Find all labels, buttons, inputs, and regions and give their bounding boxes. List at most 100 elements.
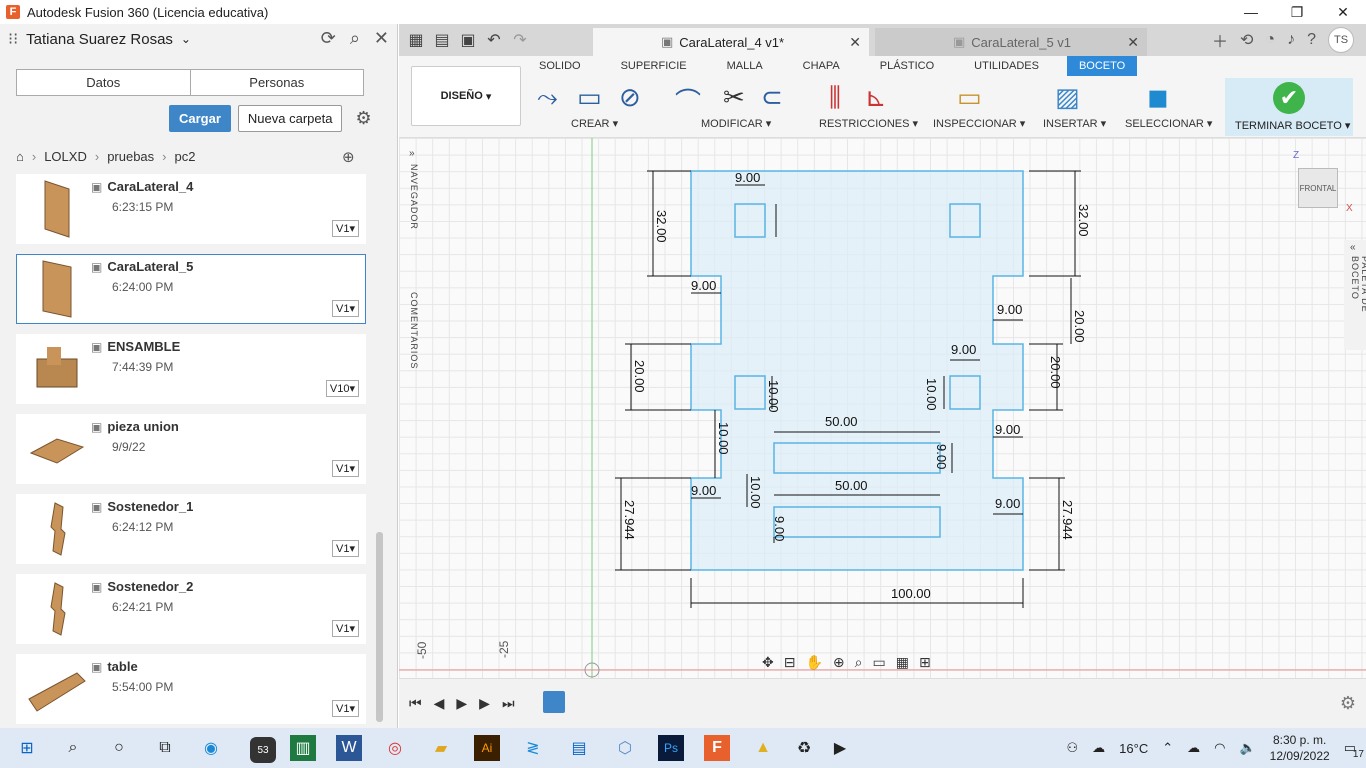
chrome-icon[interactable]: ◎ xyxy=(382,735,408,761)
line-icon[interactable]: ⤳ xyxy=(537,82,558,114)
zoom-window-icon[interactable]: ⌕ xyxy=(855,654,863,671)
version-badge[interactable]: V1▾ xyxy=(332,220,359,237)
notifications-icon[interactable]: ♪ xyxy=(1287,31,1295,49)
wifi-icon[interactable]: ◠ xyxy=(1214,740,1225,756)
3d-viewer-icon[interactable]: ⬡ xyxy=(612,735,638,761)
file-item[interactable]: table 5:54:00 PM V1▾ xyxy=(16,654,366,724)
dimension-text[interactable]: 10.00 xyxy=(924,378,939,411)
grid-settings-icon[interactable]: ▦ xyxy=(896,654,909,671)
home-icon[interactable]: ⌂ xyxy=(16,149,24,164)
go-to-end-icon[interactable]: ⏭ xyxy=(502,695,515,712)
tab-personas[interactable]: Personas xyxy=(191,70,364,95)
weather-icon[interactable]: ☁ xyxy=(1092,740,1105,756)
breadcrumb-item[interactable]: pruebas xyxy=(107,149,154,164)
file-item[interactable]: Sostenedor_2 6:24:21 PM V1▾ xyxy=(16,574,366,644)
illustrator-icon[interactable]: Ai xyxy=(474,735,500,761)
people-icon[interactable]: ⚇ xyxy=(1067,740,1079,756)
scrollbar[interactable] xyxy=(376,532,383,722)
dimension-text[interactable]: 9.00 xyxy=(691,483,716,498)
file-item[interactable]: CaraLateral_4 6:23:15 PM V1▾ xyxy=(16,174,366,244)
breadcrumb-item[interactable]: LOLXD xyxy=(44,149,87,164)
redo-icon[interactable]: ↷ xyxy=(507,30,533,50)
measure-icon[interactable]: ▭ xyxy=(957,82,982,113)
extensions-icon[interactable]: ⟲ xyxy=(1240,30,1253,50)
search-icon[interactable]: ⌕ xyxy=(60,735,86,761)
tab-caralateral-5[interactable]: ▣ CaraLateral_5 v1 ✕ xyxy=(875,28,1147,56)
user-name[interactable]: Tatiana Suarez Rosas xyxy=(26,31,173,48)
undo-icon[interactable]: ↶ xyxy=(481,30,507,50)
search-icon[interactable]: ⌕ xyxy=(350,28,360,49)
step-back-icon[interactable]: ◀ xyxy=(434,695,445,712)
store-icon[interactable]: ▤ xyxy=(566,735,592,761)
dimension-text[interactable]: 20.00 xyxy=(632,360,647,393)
dimension-icon[interactable]: ⊾ xyxy=(865,82,887,113)
refresh-icon[interactable]: ⟳ xyxy=(321,28,336,49)
job-status-icon[interactable]: ◔ xyxy=(1265,31,1275,49)
dimension-text[interactable]: 50.00 xyxy=(825,414,858,429)
dimension-text[interactable]: 9.00 xyxy=(772,516,787,541)
viewports-icon[interactable]: ⊞ xyxy=(919,654,931,671)
dimension-text[interactable]: 9.00 xyxy=(691,278,716,293)
tab-chapa[interactable]: CHAPA xyxy=(803,56,840,76)
breadcrumb-item[interactable]: pc2 xyxy=(175,149,196,164)
tab-solido[interactable]: SOLIDO xyxy=(539,56,581,76)
minimize-button[interactable]: — xyxy=(1228,0,1274,24)
version-badge[interactable]: V10▾ xyxy=(325,380,359,397)
task-view-icon[interactable]: ⧉ xyxy=(152,735,178,761)
modificar-menu[interactable]: MODIFICAR ▾ xyxy=(701,117,771,130)
fillet-icon[interactable]: ⌒ xyxy=(675,82,701,119)
fusion-taskbar-icon[interactable]: F xyxy=(704,735,730,761)
insert-image-icon[interactable]: ▨ xyxy=(1055,82,1080,113)
onedrive-icon[interactable]: ☁ xyxy=(1187,740,1200,756)
tab-plastico[interactable]: PLÁSTICO xyxy=(880,56,934,76)
new-tab-icon[interactable]: ＋ xyxy=(1212,28,1228,52)
dimension-text[interactable]: 100.00 xyxy=(891,586,931,601)
look-at-icon[interactable]: ⊟ xyxy=(784,654,796,671)
step-forward-icon[interactable]: ▶ xyxy=(479,695,490,712)
file-explorer-icon[interactable]: ▰ xyxy=(428,735,454,761)
version-badge[interactable]: V1▾ xyxy=(332,620,359,637)
version-badge[interactable]: V1▾ xyxy=(332,300,359,317)
file-item[interactable]: ENSAMBLE 7:44:39 PM V10▾ xyxy=(16,334,366,404)
gear-icon[interactable]: ⚙ xyxy=(355,108,371,129)
avatar[interactable]: TS xyxy=(1328,27,1354,53)
tab-utilidades[interactable]: UTILIDADES xyxy=(974,56,1039,76)
grid-icon[interactable]: ⁝⁝ xyxy=(8,29,18,49)
pan-icon[interactable]: ✋ xyxy=(805,654,822,671)
save-icon[interactable]: ▣ xyxy=(455,30,481,50)
file-item[interactable]: Sostenedor_1 6:24:12 PM V1▾ xyxy=(16,494,366,564)
plate-profile[interactable] xyxy=(690,170,1024,571)
volume-icon[interactable]: 🔈 xyxy=(1239,740,1255,756)
file-item[interactable]: pieza union 9/9/22 V1▾ xyxy=(16,414,366,484)
help-icon[interactable]: ? xyxy=(1307,31,1316,49)
close-button[interactable]: ✕ xyxy=(1320,0,1366,24)
tab-datos[interactable]: Datos xyxy=(17,70,191,95)
cortana-icon[interactable]: ○ xyxy=(106,735,132,761)
inspeccionar-menu[interactable]: INSPECCIONAR ▾ xyxy=(933,117,1025,130)
dimension-text[interactable]: 10.00 xyxy=(766,380,781,413)
file-item[interactable]: CaraLateral_5 6:24:00 PM V1▾ xyxy=(16,254,366,324)
version-badge[interactable]: V1▾ xyxy=(332,700,359,717)
version-badge[interactable]: V1▾ xyxy=(332,540,359,557)
maximize-button[interactable]: ❐ xyxy=(1274,0,1320,24)
seleccionar-menu[interactable]: SELECCIONAR ▾ xyxy=(1125,117,1212,130)
crear-menu[interactable]: CREAR ▾ xyxy=(571,117,618,130)
version-badge[interactable]: V1▾ xyxy=(332,460,359,477)
new-folder-button[interactable]: Nueva carpeta xyxy=(237,105,343,132)
dimension-text[interactable]: 9.00 xyxy=(997,302,1022,317)
grid-icon[interactable]: ▦ xyxy=(403,30,429,50)
photoshop-icon[interactable]: Ps xyxy=(658,735,684,761)
file-menu-icon[interactable]: ▤ xyxy=(429,30,455,50)
dimension-text[interactable]: 27.944 xyxy=(622,500,637,540)
dimension-text[interactable]: 9.00 xyxy=(995,422,1020,437)
restricciones-menu[interactable]: RESTRICCIONES ▾ xyxy=(819,117,918,130)
tab-boceto[interactable]: BOCETO xyxy=(1066,56,1138,76)
display-settings-icon[interactable]: ▭ xyxy=(872,654,885,671)
clock[interactable]: 8:30 p. m. 12/09/2022 xyxy=(1270,732,1330,764)
globe-icon[interactable]: ⊕ xyxy=(342,148,355,166)
close-panel-icon[interactable]: ✕ xyxy=(374,28,389,49)
dimension-text[interactable]: 9.00 xyxy=(995,496,1020,511)
insertar-menu[interactable]: INSERTAR ▾ xyxy=(1043,117,1106,130)
zoom-icon[interactable]: ⊕ xyxy=(833,654,845,671)
temperature[interactable]: 16°C xyxy=(1119,741,1148,756)
